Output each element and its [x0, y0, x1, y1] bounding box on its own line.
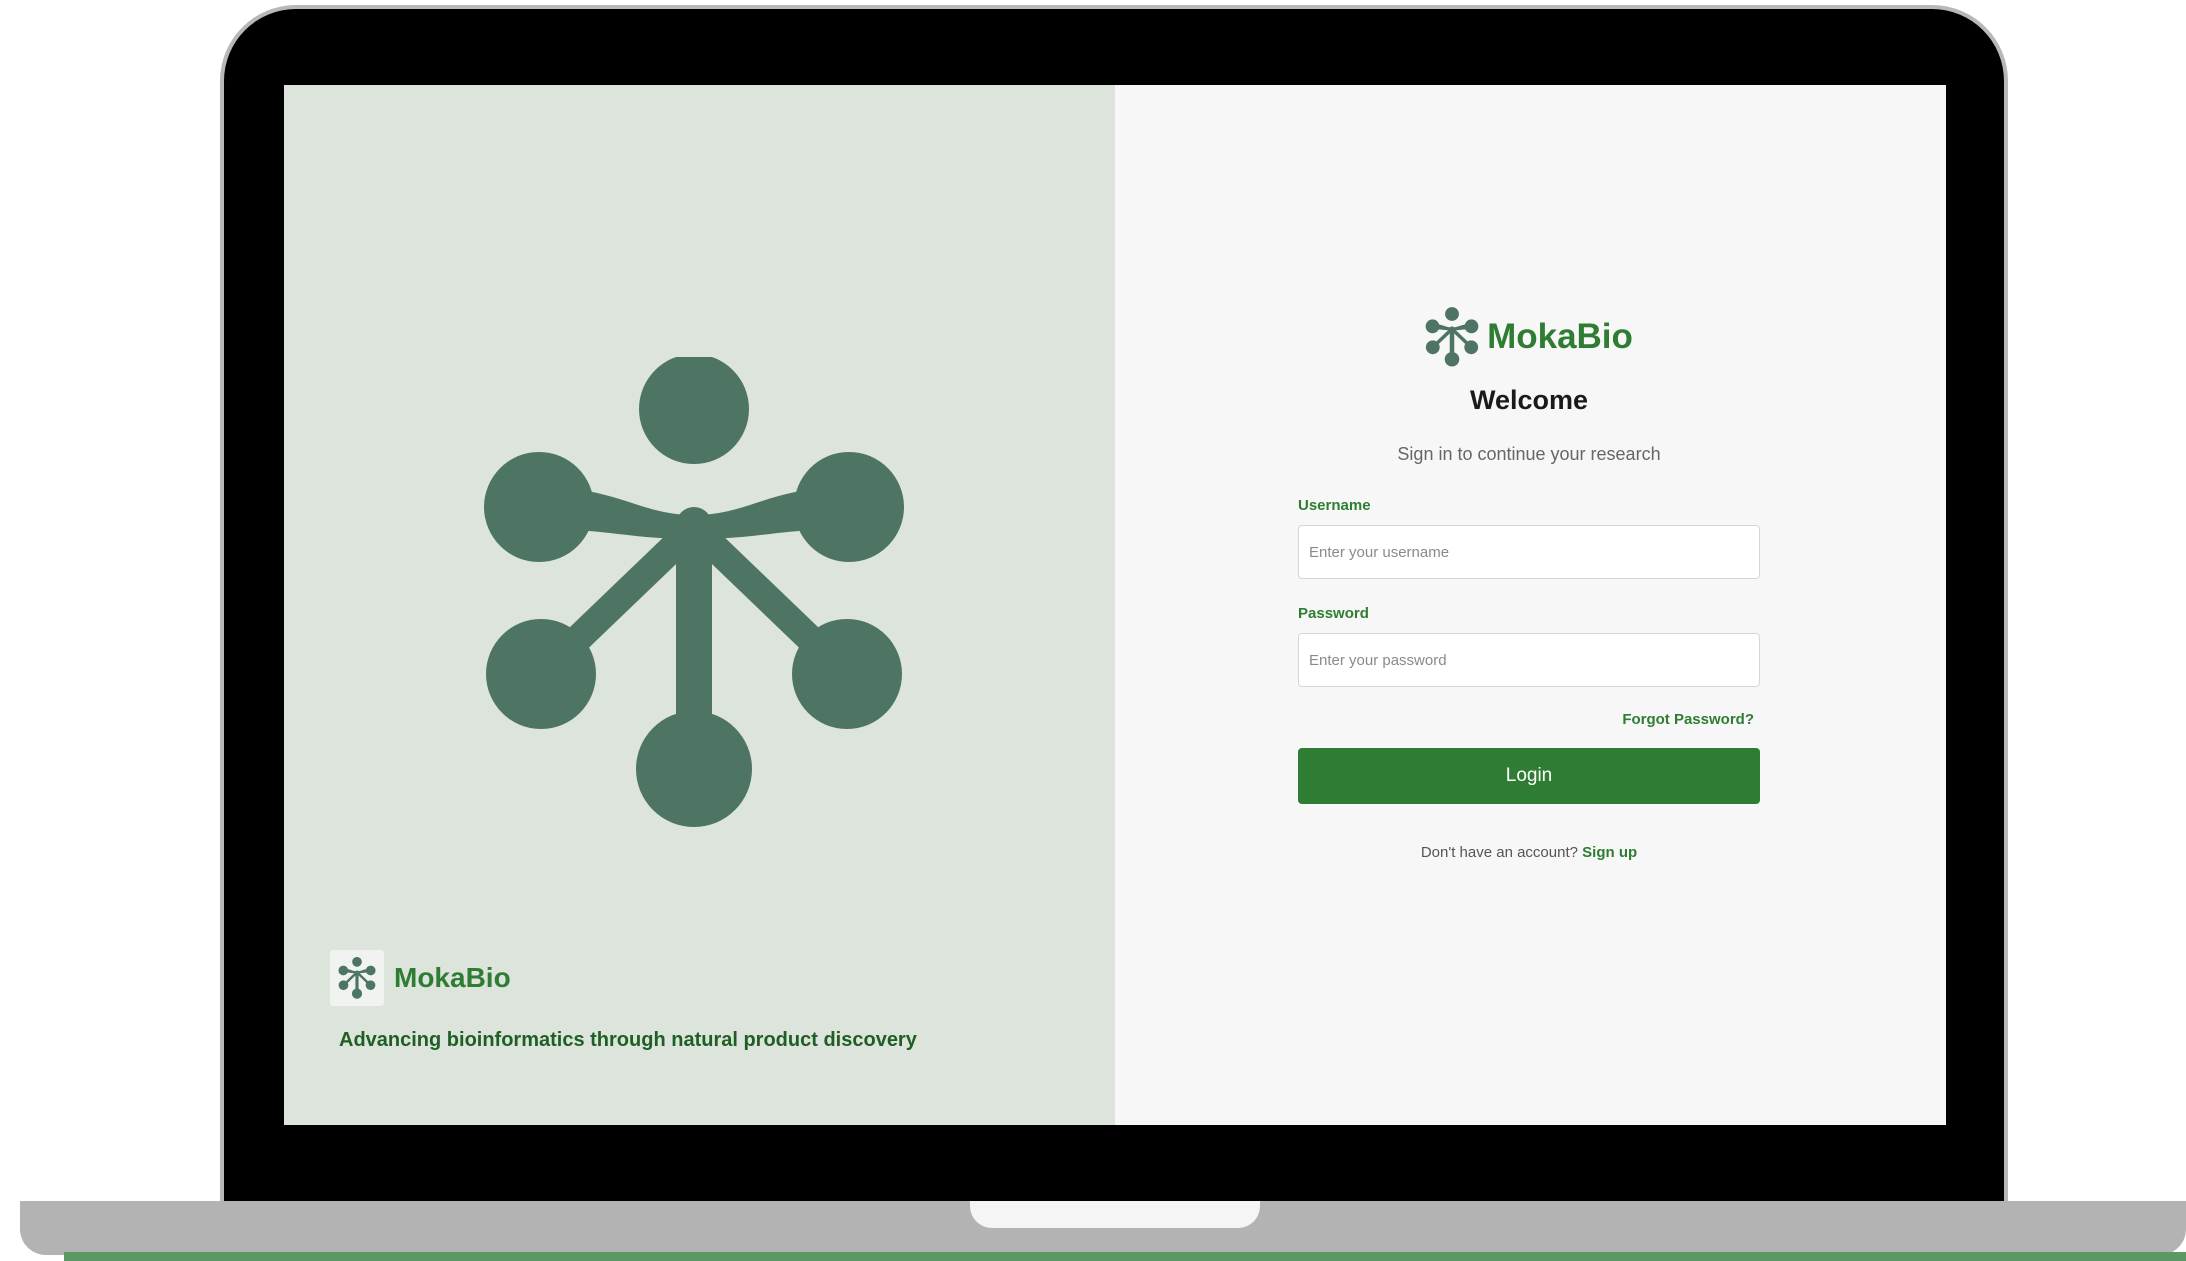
brand-tagline: Advancing bioinformatics through natural… [339, 1029, 917, 1051]
molecule-icon [1425, 307, 1479, 367]
laptop-base-stripe [64, 1252, 2186, 1261]
page-title: Welcome [1469, 385, 1589, 415]
page-subtitle: Sign in to continue your research [1397, 444, 1661, 464]
username-label: Username [1298, 497, 1371, 514]
password-input[interactable] [1298, 633, 1760, 687]
brand-badge [330, 950, 384, 1006]
signup-prompt: Don't have an account? [1420, 844, 1578, 861]
login-panel: MokaBio Welcome Sign in to continue your… [1115, 85, 1946, 1125]
brand-panel: MokaBio Advancing bioinformatics through… [284, 85, 1115, 1125]
login-brand-name: MokaBio [1487, 317, 1633, 356]
signup-link[interactable]: Sign up [1582, 844, 1637, 861]
brand-name: MokaBio [394, 962, 511, 993]
login-logo: MokaBio [1298, 307, 1760, 367]
molecule-icon [338, 957, 376, 999]
laptop-notch [970, 1201, 1260, 1228]
username-input[interactable] [1298, 525, 1760, 579]
app-screen: MokaBio Advancing bioinformatics through… [284, 85, 1946, 1125]
login-card: MokaBio Welcome Sign in to continue your… [1298, 307, 1760, 861]
forgot-password-link[interactable]: Forgot Password? [1298, 711, 1760, 728]
password-label: Password [1298, 605, 1369, 622]
brand-row: MokaBio [330, 950, 511, 1006]
login-button[interactable]: Login [1298, 748, 1760, 804]
molecule-logo-icon [484, 357, 904, 827]
signup-row: Don't have an account? Sign up [1298, 844, 1760, 861]
